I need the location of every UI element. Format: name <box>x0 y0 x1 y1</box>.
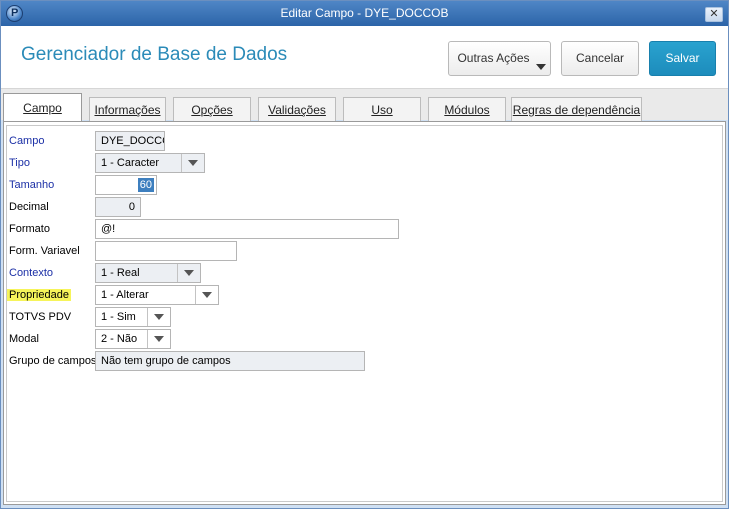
grupo-campos-label: Grupo de campos <box>9 355 97 367</box>
contexto-select[interactable]: 1 - Real <box>95 263 201 283</box>
page-title: Gerenciador de Base de Dados <box>21 44 288 65</box>
dropdown-arrow-icon <box>195 286 218 304</box>
cancel-button[interactable]: Cancelar <box>561 41 639 76</box>
close-button[interactable]: ✕ <box>705 7 723 22</box>
decimal-label: Decimal <box>9 201 49 213</box>
tamanho-value: 60 <box>137 178 154 192</box>
tab-validacoes[interactable]: Validações <box>258 97 336 121</box>
form-variavel-label: Form. Variavel <box>9 245 80 257</box>
save-button[interactable]: Salvar <box>649 41 716 76</box>
totvs-pdv-label: TOTVS PDV <box>9 311 72 323</box>
tab-modulos[interactable]: Módulos <box>428 97 506 121</box>
propriedade-select[interactable]: 1 - Alterar <box>95 285 219 305</box>
propriedade-label-text: Propriedade <box>7 289 71 301</box>
modal-value: 2 - Não <box>101 333 138 345</box>
window-title: Editar Campo - DYE_DOCCOB <box>280 6 449 20</box>
outras-acoes-button[interactable]: Outras Ações <box>448 41 551 76</box>
decimal-field[interactable]: 0 <box>95 197 141 217</box>
formato-field[interactable]: @! <box>95 219 399 239</box>
propriedade-value: 1 - Alterar <box>101 289 149 301</box>
totvs-pdv-select[interactable]: 1 - Sim <box>95 307 171 327</box>
tab-opcoes[interactable]: Opções <box>173 97 251 121</box>
grupo-campos-field[interactable]: Não tem grupo de campos <box>95 351 365 371</box>
tab-informacoes[interactable]: Informações <box>89 97 166 121</box>
modal-label: Modal <box>9 333 39 345</box>
campo-field[interactable]: DYE_DOCCC <box>95 131 165 151</box>
contexto-label: Contexto <box>9 267 54 279</box>
outras-acoes-label: Outras Ações <box>457 51 530 65</box>
tab-regras-dependencia[interactable]: Regras de dependência <box>511 97 642 121</box>
dropdown-arrow-icon <box>181 154 204 172</box>
contexto-value: 1 - Real <box>101 267 140 279</box>
formato-label: Formato <box>9 223 50 235</box>
dropdown-arrow-icon <box>147 330 170 348</box>
tab-uso[interactable]: Uso <box>343 97 421 121</box>
modal-select[interactable]: 2 - Não <box>95 329 171 349</box>
propriedade-label: Propriedade <box>7 286 71 304</box>
tamanho-field[interactable]: 60 <box>95 175 157 195</box>
title-bar: P Editar Campo - DYE_DOCCOB ✕ <box>1 1 728 26</box>
form-variavel-field[interactable] <box>95 241 237 261</box>
dropdown-arrow-icon <box>147 308 170 326</box>
tab-campo[interactable]: Campo <box>3 93 82 121</box>
tab-regras-label: Regras de dependência <box>512 103 641 117</box>
campo-label: Campo <box>9 135 45 147</box>
dropdown-arrow-icon <box>177 264 200 282</box>
totvs-pdv-value: 1 - Sim <box>101 311 136 323</box>
chevron-down-icon <box>536 64 546 70</box>
tipo-value: 1 - Caracter <box>101 157 160 169</box>
tipo-label: Tipo <box>9 157 30 169</box>
tamanho-label: Tamanho <box>9 179 55 191</box>
tipo-select[interactable]: 1 - Caracter <box>95 153 205 173</box>
